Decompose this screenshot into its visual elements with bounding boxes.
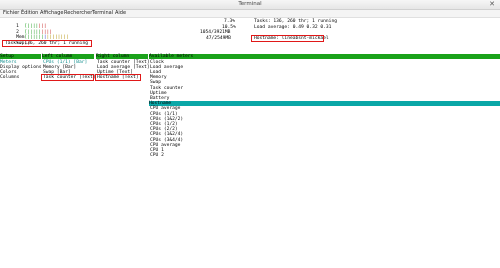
left-column-header: Left column: [42, 54, 94, 59]
menu-affichage[interactable]: Affichage: [40, 10, 64, 17]
close-icon[interactable]: ✕: [489, 0, 495, 9]
cpu2-value: 10.5%: [222, 24, 236, 30]
menu-rechercher[interactable]: Rechercher: [64, 10, 92, 17]
task-preview-highlight: [2, 40, 92, 47]
swp-value: 47/2549MB: [206, 35, 231, 41]
cpu1-value: 7.3%: [224, 19, 236, 24]
hostname-item-highlight: [95, 74, 141, 81]
menu-bar: Fichier Édition Affichage Rechercher Ter…: [0, 10, 500, 18]
tasks-summary: Tasks: 136, 260 thr; 1 running: [254, 19, 337, 24]
menu-fichier[interactable]: Fichier: [3, 10, 19, 17]
hostname-highlight: [251, 34, 324, 42]
mem-value: 1054/3921MB: [200, 30, 231, 35]
terminal-area[interactable]: 1 [||||||| 7.3% 2 [||||||||| 10.5% Mem[|…: [0, 18, 500, 268]
right-column-header: Right column: [96, 54, 148, 59]
available-meters-header: Available meters: [149, 54, 500, 59]
load-average: Load average: 0.49 0.32 0.31: [254, 24, 332, 30]
task-counter-highlight: [41, 74, 94, 81]
available-meter-item[interactable]: CPU 2: [150, 153, 164, 158]
setup-header: Setup: [0, 54, 41, 59]
menu-aide[interactable]: Aide: [115, 10, 126, 17]
window-title: Terminal: [238, 1, 262, 7]
menu-edition[interactable]: Édition: [21, 10, 38, 17]
setup-category-columns[interactable]: Columns: [0, 75, 19, 80]
available-meter-selected[interactable]: Hostname: [149, 101, 500, 107]
menu-terminal[interactable]: Terminal: [92, 10, 113, 17]
window-titlebar: Terminal ✕: [0, 0, 500, 10]
